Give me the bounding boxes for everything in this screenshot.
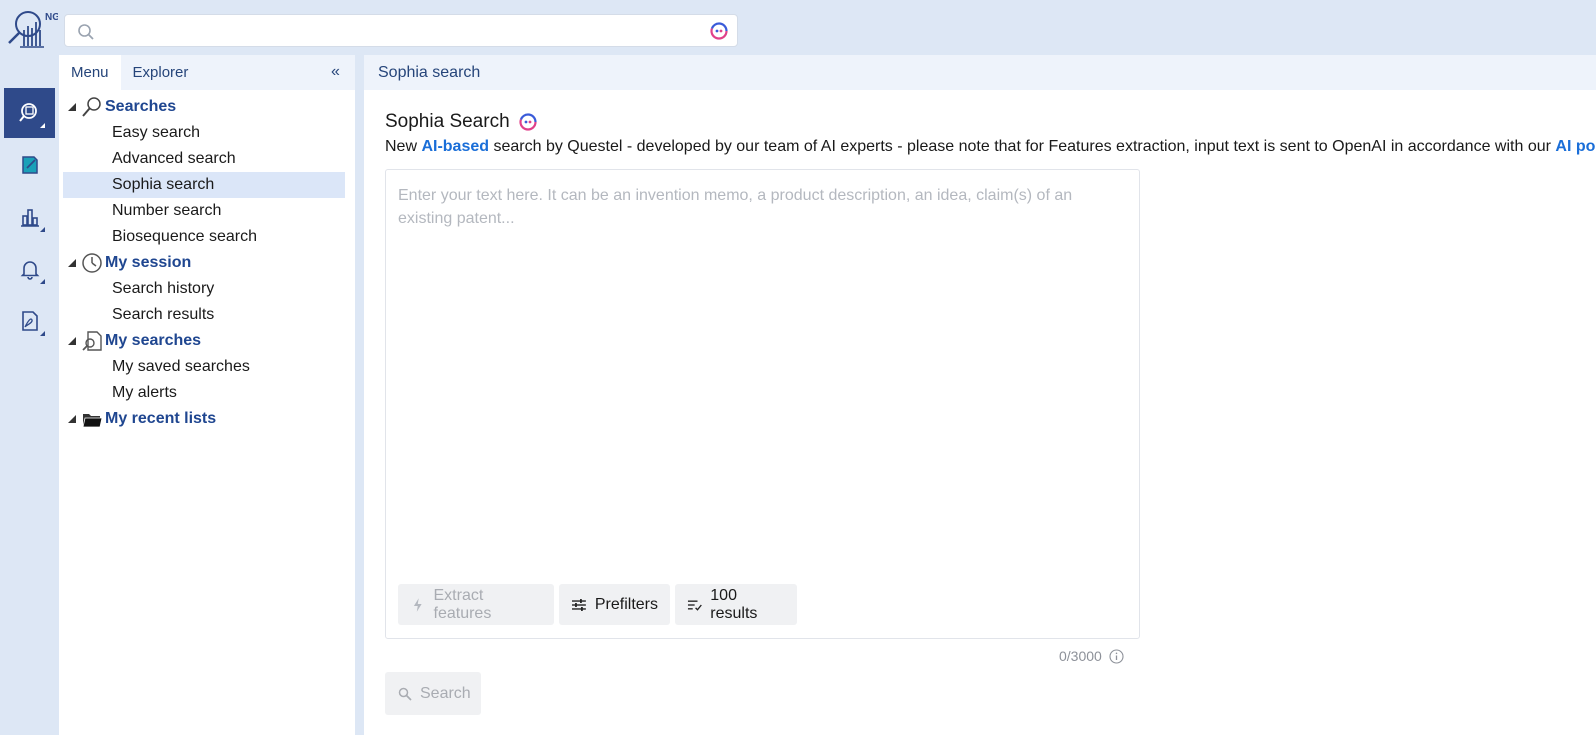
- character-counter: 0/3000: [1059, 648, 1124, 664]
- sidebar-item-advanced-search[interactable]: Advanced search: [63, 146, 345, 172]
- rail-alerts-button[interactable]: [4, 244, 55, 294]
- nav-group-my-recent-lists[interactable]: My recent lists: [59, 406, 355, 432]
- sidebar-item-my-saved-searches[interactable]: My saved searches: [63, 354, 345, 380]
- nav-group-searches[interactable]: Searches: [59, 94, 355, 120]
- tab-menu[interactable]: Menu: [59, 55, 121, 90]
- invention-text-box: Extract features Prefilters 100 results: [385, 169, 1140, 639]
- results-count-button[interactable]: 100 results: [675, 584, 797, 625]
- expand-triangle-icon[interactable]: [68, 103, 76, 111]
- list-check-icon: [687, 600, 702, 611]
- search-document-icon: [18, 103, 37, 122]
- nav-group-my-session[interactable]: My session: [59, 250, 355, 276]
- rail-analytics-button[interactable]: [4, 192, 55, 242]
- prefilters-button[interactable]: Prefilters: [559, 584, 670, 625]
- top-bar: NG: [0, 0, 1596, 58]
- page-description: New AI-based search by Questel - develop…: [385, 138, 1596, 156]
- sliders-icon: [571, 598, 586, 611]
- search-button[interactable]: Search: [385, 672, 481, 715]
- description-text: search by Questel - developed by our tea…: [489, 138, 1556, 155]
- expand-triangle-icon[interactable]: [68, 337, 76, 345]
- app-logo[interactable]: NG: [6, 8, 60, 52]
- ai-based-link[interactable]: AI-based: [421, 138, 489, 155]
- rail-documents-button[interactable]: [4, 296, 55, 346]
- sidebar-item-search-results[interactable]: Search results: [63, 302, 345, 328]
- invention-text-input[interactable]: [398, 184, 1126, 564]
- submenu-corner-icon: [40, 279, 45, 284]
- extract-features-button[interactable]: Extract features: [398, 584, 554, 625]
- collapse-panel-icon[interactable]: «: [331, 64, 347, 80]
- sidebar-item-sophia-search[interactable]: Sophia search: [63, 172, 345, 198]
- sidebar-item-easy-search[interactable]: Easy search: [63, 120, 345, 146]
- lightning-icon: [413, 597, 422, 612]
- tab-explorer[interactable]: Explorer: [121, 55, 201, 90]
- global-search-bar: [64, 14, 738, 47]
- main-content: Sophia search Sophia Search New AI-based…: [364, 55, 1596, 735]
- counter-text: 0/3000: [1059, 648, 1102, 664]
- svg-text:NG: NG: [45, 12, 58, 23]
- button-label: 100 results: [710, 586, 758, 622]
- expand-triangle-icon[interactable]: [68, 415, 76, 423]
- left-rail: [0, 58, 58, 735]
- button-label: Prefilters: [594, 595, 658, 613]
- nav-tabs: Menu Explorer «: [59, 55, 355, 90]
- folder-icon: [82, 414, 103, 428]
- submenu-corner-icon: [40, 331, 45, 336]
- info-icon[interactable]: [1109, 648, 1124, 664]
- expand-triangle-icon[interactable]: [68, 259, 76, 267]
- sidebar-item-number-search[interactable]: Number search: [63, 198, 345, 224]
- bell-icon: [20, 261, 39, 280]
- nav-group-my-searches[interactable]: My searches: [59, 328, 355, 354]
- button-label: Search: [420, 684, 471, 702]
- nav-tree: Searches Easy search Advanced search Sop…: [59, 90, 355, 432]
- bar-chart-icon: [20, 209, 39, 227]
- global-search-input[interactable]: [103, 19, 693, 43]
- saved-search-icon: [82, 331, 102, 351]
- button-label: Extract features: [433, 586, 492, 622]
- nav-group-label: My recent lists: [105, 410, 217, 427]
- page-title: Sophia Search: [385, 111, 510, 132]
- navigation-panel: Menu Explorer « Searches Easy search Adv…: [59, 55, 359, 735]
- submenu-corner-icon: [40, 123, 45, 128]
- sidebar-item-search-history[interactable]: Search history: [63, 276, 345, 302]
- description-text: New: [385, 138, 422, 155]
- ai-policy-link[interactable]: AI policy: [1555, 138, 1596, 155]
- sophia-ai-icon[interactable]: [709, 21, 729, 41]
- search-icon: [78, 24, 94, 40]
- edit-note-icon: [21, 156, 38, 174]
- sidebar-item-biosequence-search[interactable]: Biosequence search: [63, 224, 345, 250]
- rail-search-button[interactable]: [4, 88, 55, 138]
- rail-edit-button[interactable]: [4, 140, 55, 190]
- nav-group-label: My searches: [105, 332, 202, 349]
- search-icon: [82, 97, 101, 117]
- nav-group-label: Searches: [105, 98, 177, 115]
- submenu-corner-icon: [40, 227, 45, 232]
- clock-icon: [82, 253, 102, 273]
- pdf-document-icon: [21, 311, 38, 331]
- sophia-ai-icon: [519, 113, 537, 131]
- search-icon: [398, 687, 412, 701]
- nav-group-label: My session: [105, 254, 192, 271]
- breadcrumb: Sophia search: [364, 55, 1596, 90]
- magnifier-logo-icon: NG: [8, 11, 60, 48]
- sidebar-item-my-alerts[interactable]: My alerts: [63, 380, 345, 406]
- title-row: Sophia Search: [385, 111, 538, 133]
